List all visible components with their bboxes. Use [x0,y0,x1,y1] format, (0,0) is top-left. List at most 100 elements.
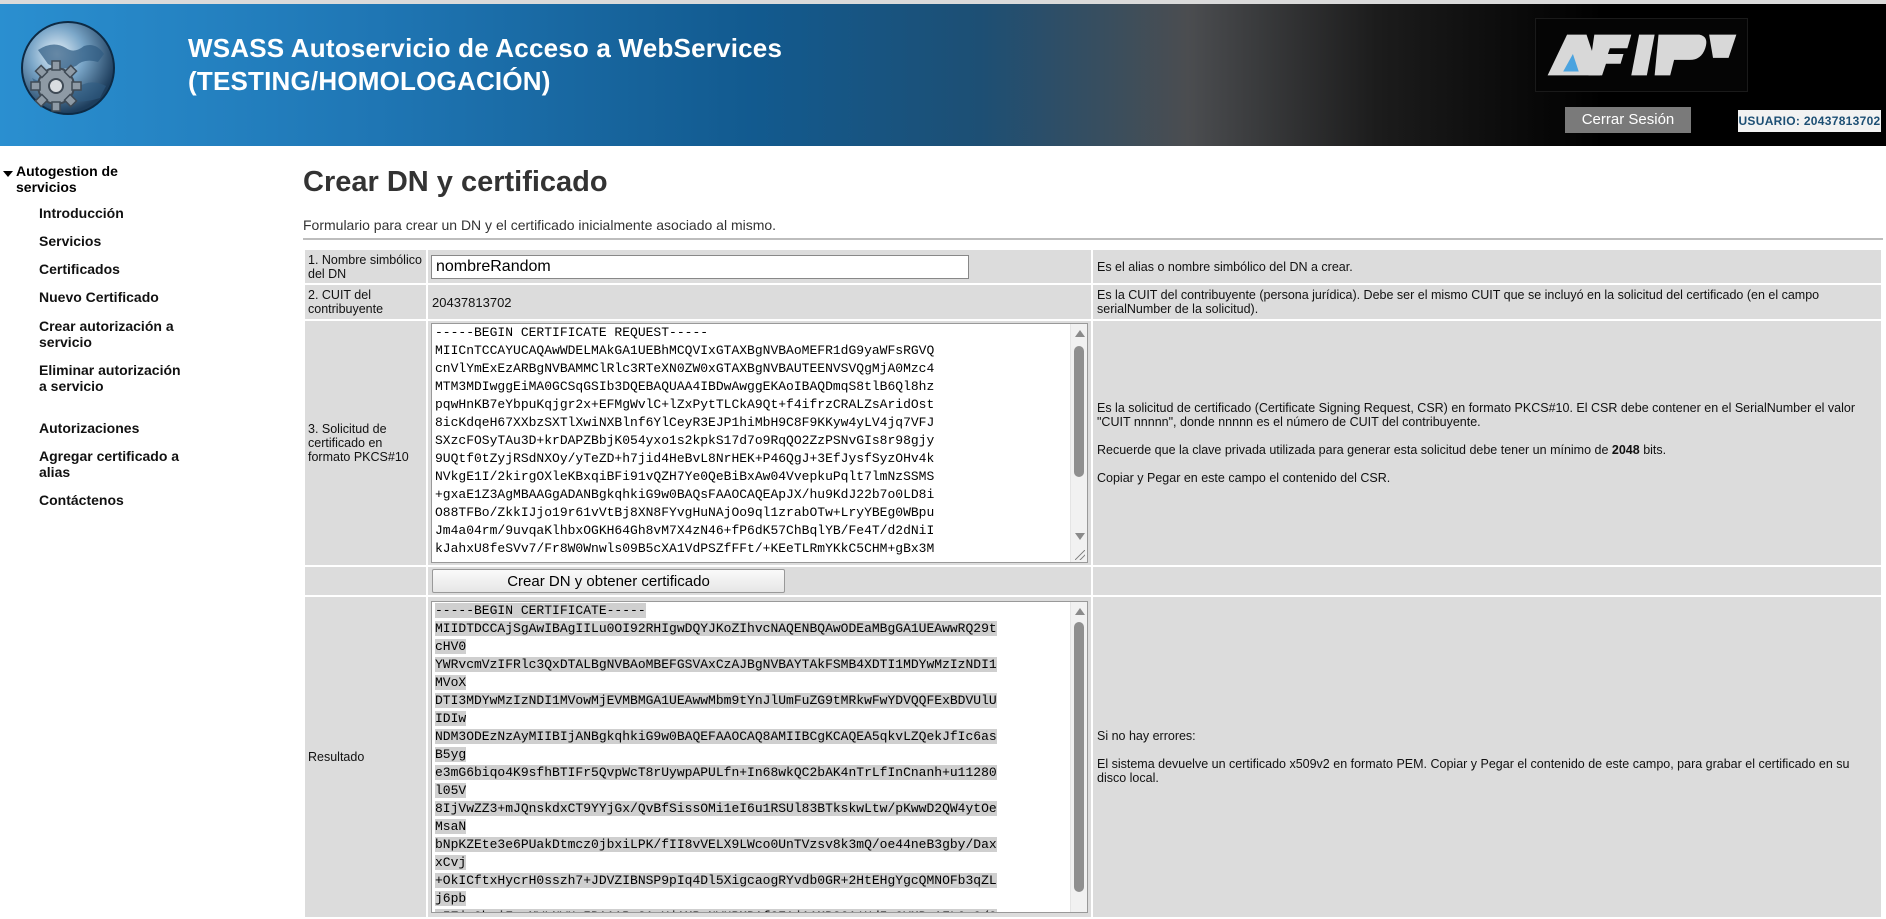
result-hint: Si no hay errores: El sistema devuelve u… [1093,597,1881,917]
text-line: NDM3ODEzNzAyMIIBIjANBgkqhkiG9w0BAQEFAAOC… [435,728,1065,746]
text-line: MIIDTDCCAjSgAwIBAgIILu0OI92RHIgwDQYJKoZI… [435,620,1065,638]
page-title: Crear DN y certificado [303,166,608,198]
sidebar-item-label: Crear autorización a servicio [39,318,174,350]
csr-hint: Es la solicitud de certificado (Certific… [1093,321,1881,565]
scroll-up-icon[interactable] [1075,330,1085,337]
sidebar-item-label: Nuevo Certificado [39,289,159,305]
create-dn-button[interactable]: Crear DN y obtener certificado [432,569,785,593]
text-line: l05V [435,782,1065,800]
text-line: pqwHnKB7eYbpuKqjgr2x+EFMgWvlC+lZxPytTLCk… [435,397,935,412]
text-line: SXzcFOSyTAu3D+krDAPZBbjK054yxo1s2kpkS17d… [435,433,935,448]
csr-hint-bits: 2048 [1611,443,1640,457]
sidebar-root-label: Autogestion de servicios [16,163,118,195]
scroll-down-icon[interactable] [1075,533,1085,540]
text-line: MsaN [435,818,1065,836]
csr-hint-p2-post: bits. [1639,443,1667,457]
csr-label: 3. Solicitud de certificado en formato P… [305,321,426,565]
selected-text: bNpKZEte3e6PUakDtmcz0jbxiLPK/fII8vVELX9L… [435,837,997,852]
collapsed-triangle-icon [26,263,33,275]
selected-text: MVoX [435,675,467,690]
result-scrollbar[interactable] [1070,602,1087,912]
selected-text: B5yg [435,747,467,762]
selected-text: cHV0 [435,639,467,654]
collapsed-triangle-icon [26,235,33,247]
user-badge: USUARIO: 20437813702 [1738,110,1881,132]
form-row-csr: 3. Solicitud de certificado en formato P… [305,321,1881,565]
csr-hint-p2-pre: Recuerde que la clave privada utilizada … [1097,443,1612,457]
sidebar-item-introduccion[interactable]: Introducción [26,205,189,221]
text-line: O88TFBo/ZkkIJjo19r61vVtBj8XN8FYvgHuNAjOo… [435,505,935,520]
sidebar-root[interactable]: Autogestion de servicios [3,163,146,195]
alias-label: 1. Nombre simbólico del DN [305,250,426,283]
collapsed-triangle-icon [26,291,33,303]
alias-hint: Es el alias o nombre simbólico del DN a … [1093,250,1881,283]
app-title-line2: (TESTING/HOMOLOGACIÓN) [188,66,551,96]
text-line: +gxaE1Z3AgMBAAGgADANBgkqhkiG9w0BAQsFAAOC… [435,487,935,502]
selected-text: j6pb [435,891,467,906]
cuit-value: 20437813702 [432,294,512,310]
sidebar-item-label: Introducción [39,205,124,221]
text-line: +OkICftxHycrH0sszh7+JDVZIBNSP9pIq4Dl5Xig… [435,872,1065,890]
text-line: -----BEGIN CERTIFICATE----- [435,602,1065,620]
text-line: e3mG6biqo4K9sfhBTIFr5QvpWcT8rUywpAPULfn+… [435,764,1065,782]
form-row-submit: Crear DN y obtener certificado [305,567,1881,595]
scroll-thumb[interactable] [1074,622,1084,892]
text-line: j6pb [435,890,1065,908]
text-line: NVkgE1I/2kirgOXleKBxqiBFi91vQZH7Ye0QeBiB… [435,469,935,484]
sidebar-item-label: Eliminar autorización a servicio [39,362,181,394]
app-title-line1: WSASS Autoservicio de Acceso a WebServic… [188,33,783,63]
result-textarea[interactable]: -----BEGIN CERTIFICATE----- MIIDTDCCAjSgA… [431,601,1088,913]
form-row-result: Resultado -----BEGIN CERTIFICATE----- MII… [305,597,1881,917]
sidebar-item-servicios[interactable]: Servicios [26,233,189,249]
sidebar-item-certificados[interactable]: Certificados [26,261,189,277]
text-line: 8IjVwZZ3+mJQnskdxCT9YYjGx/QvBfSissOMi1eI… [435,800,1065,818]
text-line: u5Zj+9h iFm-MWLNWH-IBAAAR-3A-XjAMR-NVHRM… [435,908,1065,912]
text-line: cnVlYmExEzARBgNVBAMMClRlc3RTeXN0ZW0xGTAX… [435,361,935,376]
selected-text: NDM3ODEzNzAyMIIBIjANBgkqhkiG9w0BAQEFAAOC… [435,729,997,744]
csr-scrollbar[interactable] [1070,324,1087,562]
csr-text: -----BEGIN CERTIFICATE REQUEST----- MIICn… [432,324,1087,558]
selected-text: DTI3MDYwMzIzNDI1MVowMjEVMBMGA1UEAwwMbm9t… [435,693,997,708]
sidebar-item-label: Servicios [39,233,102,249]
selected-text: MIIDTDCCAjSgAwIBAgIILu0OI92RHIgwDQYJKoZI… [435,621,997,636]
text-line: B5yg [435,746,1065,764]
logout-button[interactable]: Cerrar Sesión [1565,107,1691,133]
sidebar-item-nuevo-certificado[interactable]: Nuevo Certificado [26,289,189,305]
selected-text: u5Zj+9h iFm-MWLNWH-IBAAAR-3A-XjAMR-NVHRM… [435,909,997,912]
selected-text: IDIw [435,711,467,726]
selected-text: +OkICftxHycrH0sszh7+JDVZIBNSP9pIq4Dl5Xig… [435,873,997,888]
globe-gear-icon [21,21,115,115]
sidebar-item-label: Certificados [39,261,120,277]
scroll-thumb[interactable] [1074,346,1084,477]
sidebar-item-eliminar-autorizacion[interactable]: Eliminar autorización a servicio [26,362,189,394]
form-row-cuit: 2. CUIT del contribuyente 20437813702 Es… [305,285,1881,319]
text-line: cHV0 [435,638,1065,656]
text-line: IDIw [435,710,1065,728]
text-line: DTI3MDYwMzIzNDI1MVowMjEVMBMGA1UEAwwMbm9t… [435,692,1065,710]
selected-text: l05V [435,783,467,798]
sidebar-item-autorizaciones[interactable]: Autorizaciones [26,420,189,436]
sidebar-item-crear-autorizacion[interactable]: Crear autorización a servicio [26,318,189,350]
alias-input[interactable] [431,254,969,279]
selected-text: xCvj [435,855,467,870]
app-header: WSASS Autoservicio de Acceso a WebServic… [0,0,1886,146]
result-hint-p1: Si no hay errores: [1097,729,1196,743]
text-line: Jm4a04rm/9uvqaKlhbxOGKH64Gh8vM7X4zN46+fP… [435,523,935,538]
collapsed-triangle-icon [26,372,33,384]
text-line: MIICnTCCAYUCAQAwWDELMAkGA1UEBhMCQVIxGTAX… [435,343,935,358]
result-text: -----BEGIN CERTIFICATE----- MIIDTDCCAjSgA… [432,602,1087,912]
collapsed-triangle-icon [26,328,33,340]
resize-grip-icon[interactable] [1075,550,1085,560]
scroll-up-icon[interactable] [1075,608,1085,615]
form-row-alias: 1. Nombre simbólico del DN Es el alias o… [305,250,1881,283]
csr-textarea[interactable]: -----BEGIN CERTIFICATE REQUEST----- MIICn… [431,323,1088,563]
sidebar-item-contactenos[interactable]: Contáctenos [26,492,189,508]
page-description: Formulario para crear un DN y el certifi… [303,217,777,233]
selected-text: 8IjVwZZ3+mJQnskdxCT9YYjGx/QvBfSissOMi1eI… [435,801,997,816]
selected-text: e3mG6biqo4K9sfhBTIFr5QvpWcT8rUywpAPULfn+… [435,765,997,780]
sidebar-item-agregar-certificado-alias[interactable]: Agregar certificado a alias [26,448,189,480]
result-hint-p2: El sistema devuelve un certificado x509v… [1097,757,1850,785]
text-line: kJahxU8feSVv7/Fr8W0Wnwls09B5cXA1VdPSZfFF… [435,541,935,556]
csr-hint-p1: Es la solicitud de certificado (Certific… [1097,401,1856,429]
expanded-triangle-icon [3,171,13,177]
